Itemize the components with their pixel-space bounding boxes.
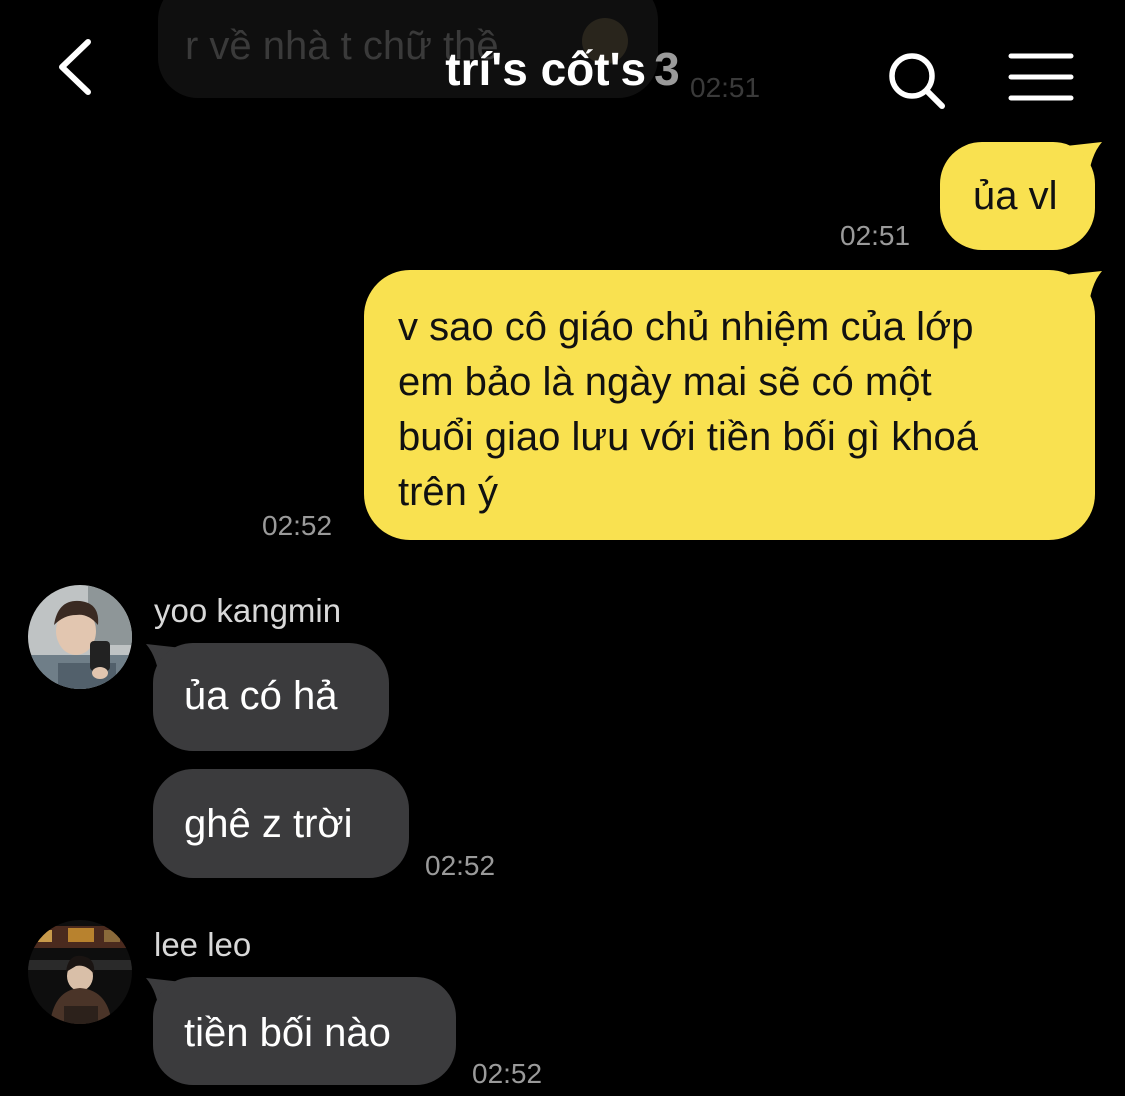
message-text: ủa vl [973, 174, 1058, 218]
other-message-bubble[interactable]: ủa có hả [153, 643, 389, 751]
user-photo-icon [28, 585, 132, 689]
message-time: 02:52 [262, 510, 333, 541]
chat-title-name: trí's cốt's [445, 43, 647, 95]
chat-title: trí's cốt's 3 [0, 42, 1125, 96]
message-text: ủa có hả [184, 674, 338, 718]
message-text: tiền bối nào [184, 1011, 391, 1055]
avatar-lee-leo[interactable] [28, 920, 132, 1024]
message-line: buổi giao lưu với tiền bối gì khoá [398, 415, 979, 459]
message-text: ghê z trời [184, 802, 353, 846]
my-message-bubble[interactable]: v sao cô giáo chủ nhiệm của lớp em bảo l… [364, 270, 1095, 540]
sender-name: lee leo [154, 926, 252, 963]
other-message-bubble[interactable]: tiền bối nào [153, 977, 456, 1085]
message-line: trên ý [398, 470, 499, 514]
hamburger-menu-icon [1008, 53, 1074, 101]
message-line: em bảo là ngày mai sẽ có một [398, 360, 932, 404]
my-message-bubble[interactable]: ủa vl [940, 142, 1095, 250]
message-time: 02:52 [472, 1058, 543, 1089]
menu-button[interactable] [1008, 52, 1074, 102]
message-line: v sao cô giáo chủ nhiệm của lớp [398, 305, 974, 349]
avatar-yoo-kangmin[interactable] [28, 585, 132, 689]
sender-name: yoo kangmin [154, 592, 342, 629]
message-time: 02:52 [425, 850, 496, 881]
user-photo-icon [28, 920, 132, 1024]
member-count: 3 [654, 43, 680, 95]
search-icon [889, 53, 945, 109]
message-time: 02:51 [840, 220, 911, 251]
search-button[interactable] [886, 50, 948, 112]
other-message-bubble[interactable]: ghê z trời [153, 769, 409, 878]
